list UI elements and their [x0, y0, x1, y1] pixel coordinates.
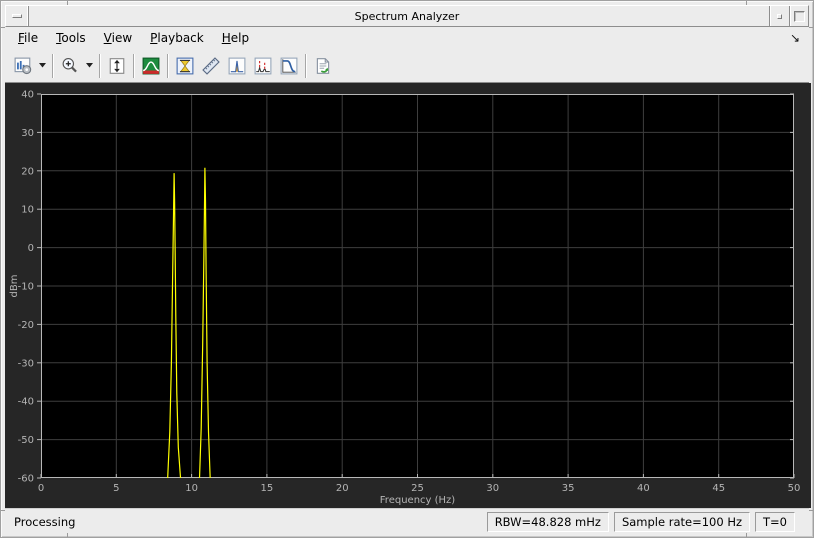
svg-text:-50: -50 — [18, 435, 34, 446]
menu-bar: File Tools View Playback Help ↘ — [5, 27, 809, 49]
spectrum-settings-button[interactable] — [138, 53, 164, 79]
resize-notch[interactable] — [746, 1, 747, 5]
status-bar: Processing RBW=48.828 mHz Sample rate=100… — [5, 508, 809, 534]
svg-text:0: 0 — [28, 243, 34, 254]
spectrum-plot[interactable]: 0 5 10 15 20 25 30 35 40 45 50 40 30 20 10 0 -10 -20 -30 -4… — [5, 83, 811, 508]
spectrum-analyzer-window: Spectrum Analyzer File Tools View Playback H… — [0, 0, 814, 538]
display-options-button[interactable] — [10, 53, 36, 79]
menu-help[interactable]: Help — [213, 28, 258, 48]
resize-notch[interactable] — [1, 27, 5, 28]
status-segment-1: Sample rate=100 Hz — [613, 511, 751, 532]
svg-text:-20: -20 — [18, 320, 34, 331]
svg-text:-40: -40 — [18, 397, 34, 408]
peak-finder-icon — [228, 57, 246, 74]
minimize-button[interactable] — [769, 6, 788, 26]
svg-text:0: 0 — [38, 483, 44, 494]
svg-text:45: 45 — [712, 483, 725, 494]
resize-notch[interactable] — [746, 533, 747, 537]
display-options-icon — [14, 57, 32, 74]
dock-arrow-icon[interactable]: ↘ — [787, 30, 803, 46]
toolbar-separator — [52, 53, 54, 78]
resize-notch[interactable] — [809, 27, 813, 28]
toolbar-separator — [167, 53, 169, 78]
window-title: Spectrum Analyzer — [354, 9, 460, 23]
distortion-measurements-button[interactable] — [250, 53, 276, 79]
signal-statistics-button[interactable] — [198, 53, 224, 79]
plot-panel: 0 5 10 15 20 25 30 35 40 45 50 40 30 20 10 0 -10 -20 -30 -4… — [5, 83, 811, 508]
svg-text:-30: -30 — [18, 358, 34, 369]
svg-text:15: 15 — [261, 483, 274, 494]
svg-text:30: 30 — [21, 128, 34, 139]
svg-text:25: 25 — [411, 483, 424, 494]
status-message: Processing — [14, 514, 76, 529]
svg-text:5: 5 — [113, 483, 119, 494]
title-bar[interactable]: Spectrum Analyzer — [5, 5, 809, 27]
generate-script-icon — [316, 57, 330, 74]
maximize-icon — [793, 10, 805, 22]
menu-tools[interactable]: Tools — [47, 28, 95, 48]
svg-text:dBm: dBm — [9, 275, 20, 298]
menu-file[interactable]: File — [9, 28, 47, 48]
toolbar-separator — [305, 53, 307, 78]
svg-text:20: 20 — [336, 483, 349, 494]
svg-text:30: 30 — [486, 483, 499, 494]
chevron-down-icon — [39, 63, 46, 68]
svg-text:10: 10 — [21, 205, 34, 216]
resize-notch[interactable] — [67, 533, 68, 537]
cursor-measurements-icon — [176, 57, 194, 74]
svg-text:50: 50 — [788, 483, 801, 494]
svg-text:20: 20 — [21, 166, 34, 177]
zoom-dropdown[interactable] — [83, 53, 96, 79]
svg-text:10: 10 — [185, 483, 198, 494]
svg-text:-10: -10 — [18, 282, 34, 293]
maximize-button[interactable] — [789, 6, 808, 26]
svg-text:35: 35 — [562, 483, 575, 494]
spectrum-settings-icon — [142, 57, 160, 74]
svg-text:40: 40 — [637, 483, 650, 494]
zoom-in-icon — [62, 57, 77, 72]
cursor-measurements-button[interactable] — [172, 53, 198, 79]
svg-text:40: 40 — [21, 90, 34, 101]
ccdf-measurements-button[interactable] — [276, 53, 302, 79]
status-segments: RBW=48.828 mHz Sample rate=100 Hz T=0 — [486, 511, 795, 532]
scale-y-axis-button[interactable] — [104, 53, 130, 79]
chevron-down-icon — [86, 63, 93, 68]
signal-statistics-icon — [202, 56, 220, 75]
status-segment-2: T=0 — [755, 511, 795, 532]
menu-playback[interactable]: Playback — [141, 28, 213, 48]
status-segment-0: RBW=48.828 mHz — [486, 511, 609, 532]
toolbar-separator — [99, 53, 101, 78]
svg-text:Frequency (Hz): Frequency (Hz) — [380, 495, 456, 506]
toolbar — [5, 49, 809, 83]
scale-y-axis-icon — [109, 57, 125, 74]
display-options-dropdown[interactable] — [36, 53, 49, 79]
resize-notch[interactable] — [1, 510, 5, 511]
resize-notch[interactable] — [67, 1, 68, 5]
zoom-in-button[interactable] — [57, 53, 83, 79]
distortion-measurements-icon — [254, 57, 272, 74]
menu-view[interactable]: View — [95, 28, 141, 48]
ccdf-measurements-icon — [280, 57, 298, 74]
generate-script-button[interactable] — [310, 53, 336, 79]
toolbar-separator — [133, 53, 135, 78]
resize-notch[interactable] — [809, 510, 813, 511]
menu-items: File Tools View Playback Help — [9, 28, 258, 48]
peak-finder-button[interactable] — [224, 53, 250, 79]
minimize-icon — [776, 13, 782, 19]
svg-text:-60: -60 — [18, 474, 34, 485]
